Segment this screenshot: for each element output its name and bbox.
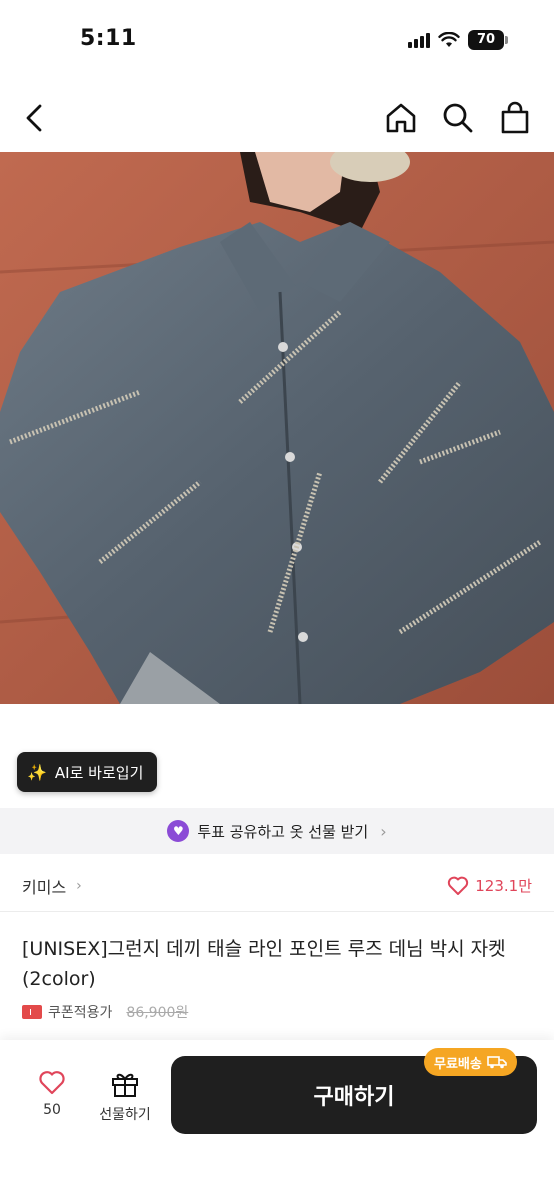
wifi-icon [438, 32, 460, 47]
search-icon[interactable] [440, 100, 476, 136]
chevron-right-icon: › [380, 821, 387, 841]
gift-badge-icon: ♥ [167, 820, 190, 842]
brand-like-button[interactable]: 123.1만 [447, 875, 532, 896]
heart-outline-icon [448, 876, 469, 895]
coupon-icon [22, 1005, 42, 1019]
home-icon[interactable] [383, 100, 419, 136]
chevron-right-icon: › [76, 877, 82, 894]
brand-name: 키미스 [22, 877, 67, 897]
back-arrow-icon[interactable] [20, 100, 52, 136]
truck-icon [487, 1056, 507, 1069]
coupon-price-label: 쿠폰적용가 [48, 1005, 113, 1021]
product-photo [0, 152, 554, 704]
status-icons: 70 [408, 30, 508, 50]
battery-level: 70 [468, 30, 504, 50]
like-button[interactable]: 50 [26, 1070, 78, 1130]
status-bar: 5:11 70 [0, 0, 554, 80]
ai-try-on-button[interactable]: ✨ AI로 바로입기 [17, 752, 158, 792]
product-title: [UNISEX]그런지 데끼 태슬 라인 포인트 루즈 데님 박시 자켓 (2c… [22, 938, 506, 990]
brand-link[interactable]: 키미스 › [22, 874, 82, 898]
magic-wand-icon: ✨ [27, 762, 47, 782]
buy-label: 구매하기 [313, 1085, 395, 1110]
price-row: 쿠폰적용가 86,900원 [22, 1002, 188, 1022]
share-vote-label: 투표 공유하고 옷 선물 받기 [197, 822, 369, 841]
brand-like-count: 123.1만 [475, 877, 532, 895]
ai-try-on-label: AI로 바로입기 [54, 763, 144, 782]
free-shipping-badge: 무료배송 [424, 1048, 517, 1076]
status-time: 5:11 [80, 26, 137, 51]
battery-icon: 70 [468, 30, 508, 50]
gift-icon [112, 1073, 138, 1097]
brand-row: 키미스 › 123.1만 [0, 860, 554, 912]
shopping-bag-icon[interactable] [497, 100, 533, 136]
share-vote-banner[interactable]: ♥ 투표 공유하고 옷 선물 받기 › [0, 808, 554, 854]
bottom-action-bar: 50 선물하기 구매하기 무료배송 [0, 1040, 554, 1200]
signal-icon [408, 32, 430, 48]
top-nav [0, 90, 554, 146]
product-image[interactable] [0, 152, 554, 704]
gift-label: 선물하기 [99, 1107, 151, 1123]
free-shipping-label: 무료배송 [434, 1056, 482, 1072]
original-price: 86,900원 [126, 1005, 189, 1021]
gift-button[interactable]: 선물하기 [90, 1070, 160, 1130]
like-count: 50 [43, 1102, 61, 1118]
heart-outline-icon [39, 1071, 65, 1095]
